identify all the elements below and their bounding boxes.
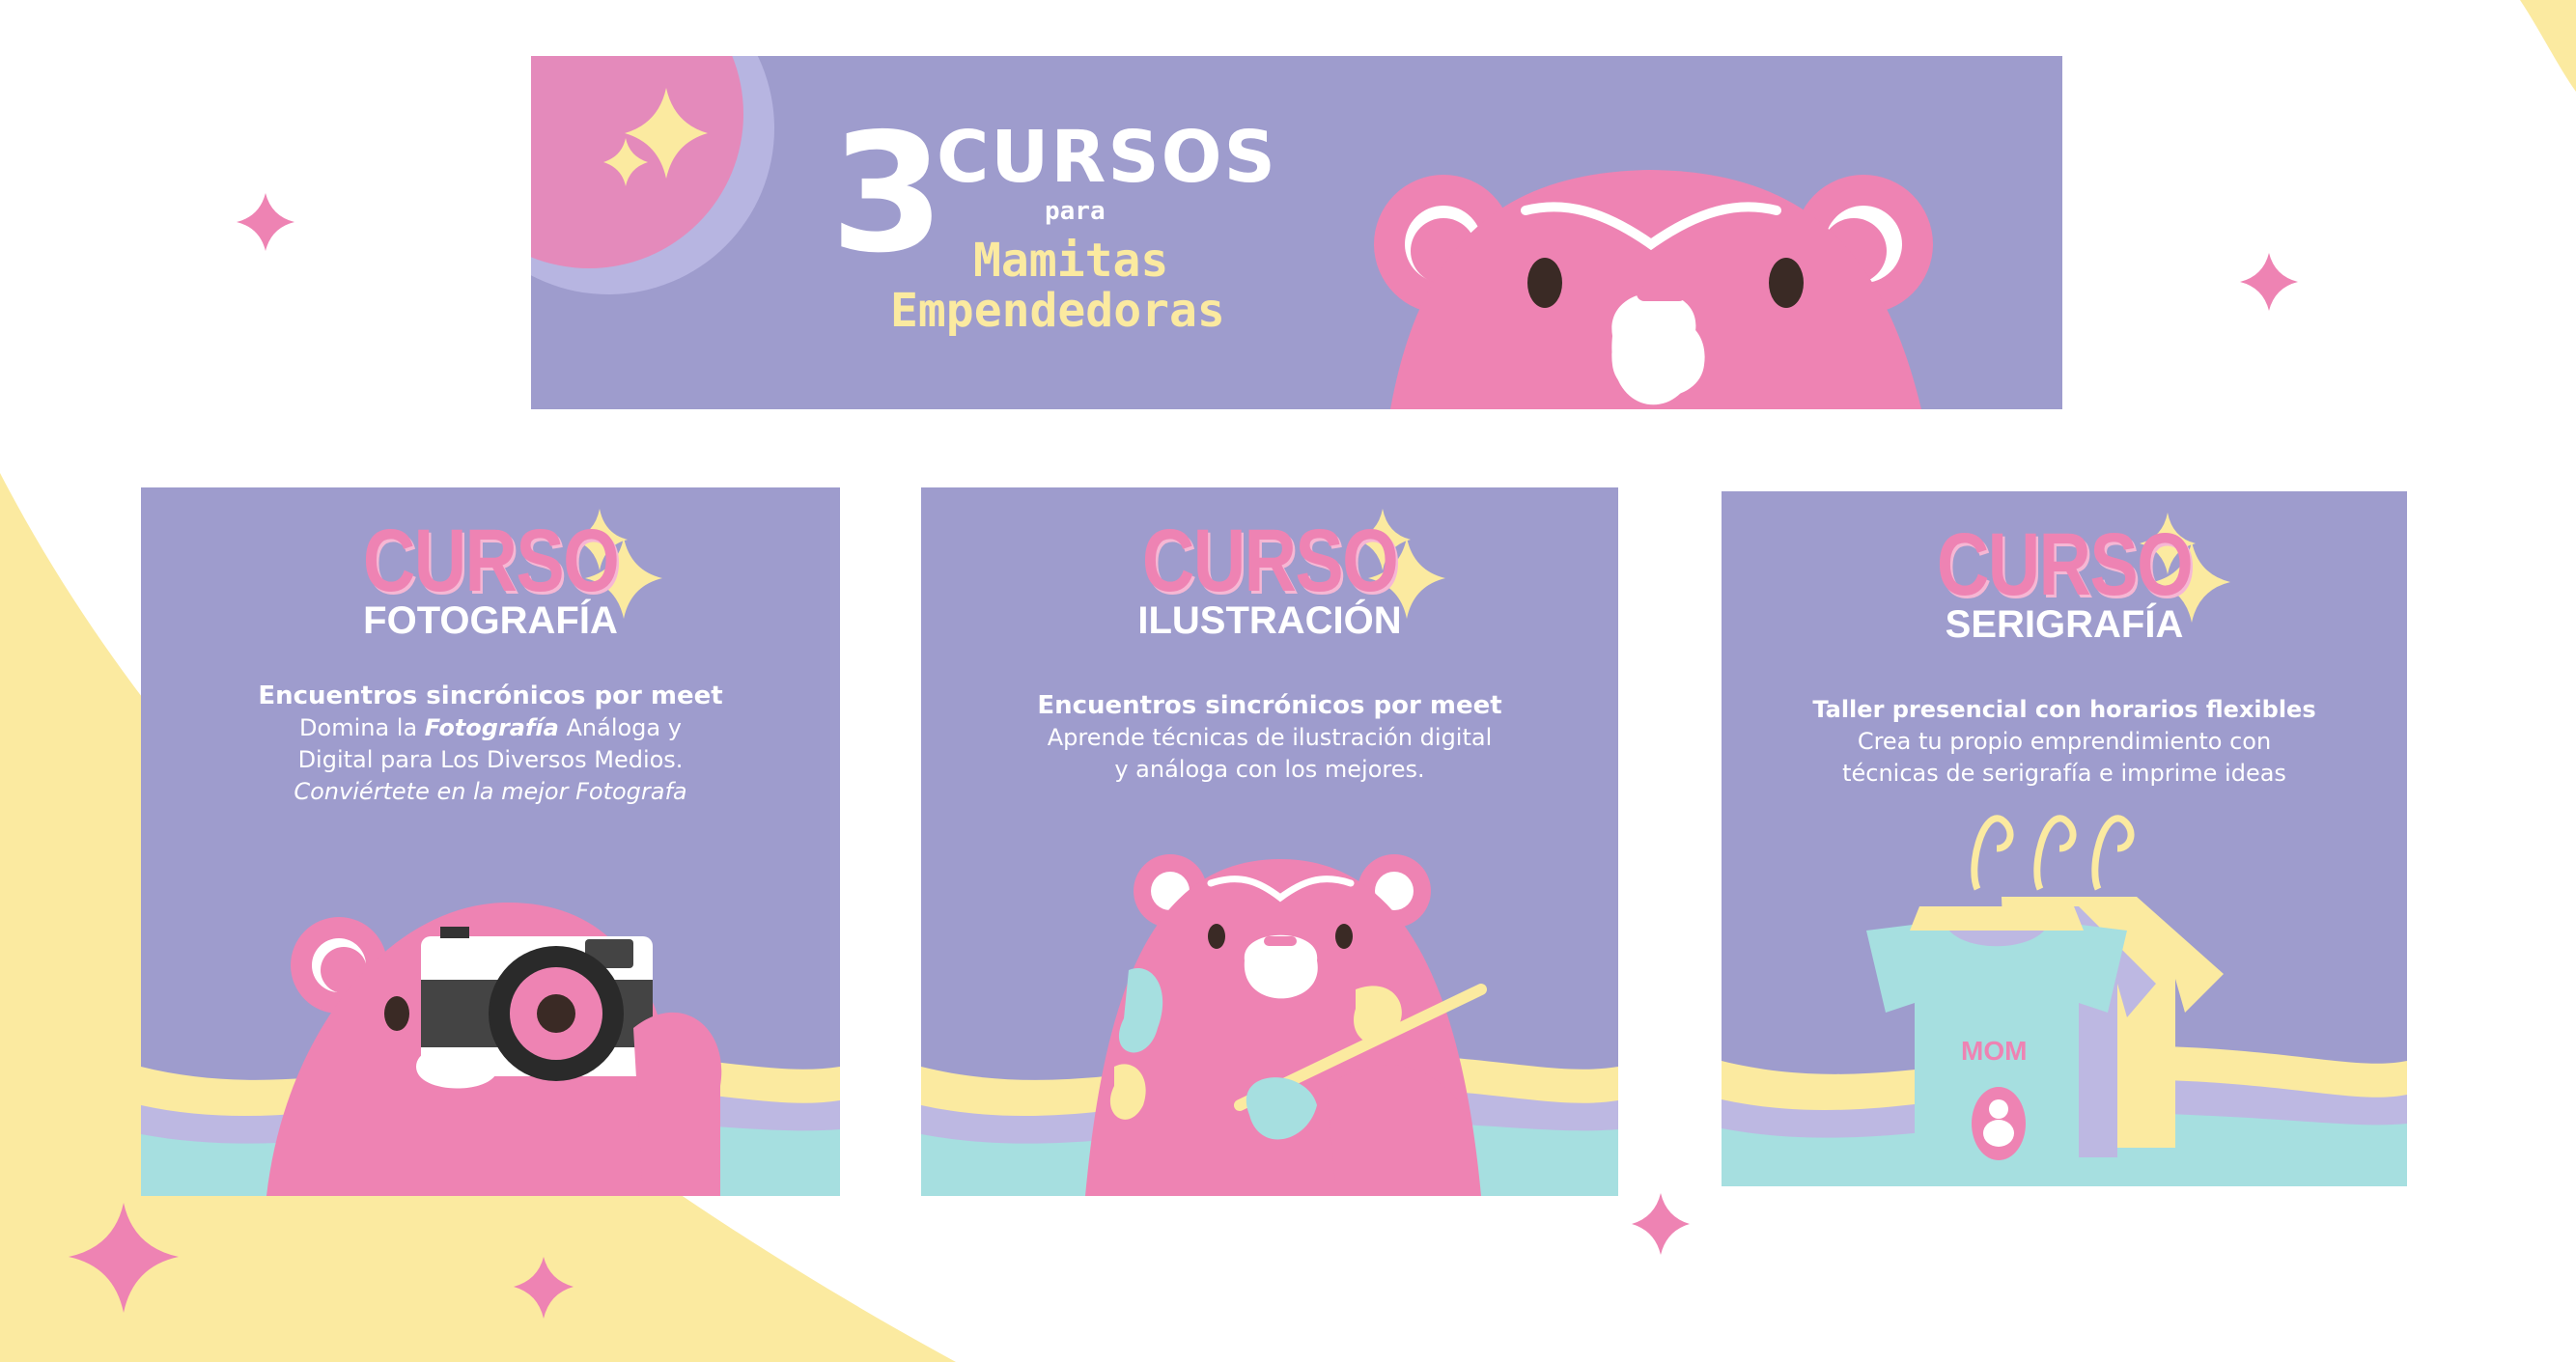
card-desc-line1: Domina la Fotografía Análoga y	[299, 714, 682, 741]
course-card-fotografia[interactable]: CURSO FOTOGRAFÍA Encuentros sincrónicos …	[141, 487, 840, 1196]
banner-connector: para	[1045, 197, 1106, 226]
card-desc-line1: Crea tu propio emprendimiento con	[1857, 728, 2272, 755]
card-description: Encuentros sincrónicos por meet Aprende …	[940, 690, 1599, 786]
card-kicker: CURSO	[362, 512, 620, 610]
card-kicker: CURSO	[1141, 512, 1399, 610]
card-heading: ILUSTRACIÓN	[1137, 599, 1402, 642]
banner-title: CURSOS	[937, 116, 1277, 199]
bear-illustration	[1374, 170, 1933, 409]
card-description: Encuentros sincrónicos por meet Domina l…	[160, 681, 821, 808]
paintbrush-bear-illustration	[1085, 854, 1487, 1196]
course-card-ilustracion[interactable]: CURSO ILUSTRACIÓN Encuentros sincrónicos…	[921, 487, 1618, 1196]
hero-banner: 3 CURSOS para Mamitas Empendedoras	[531, 56, 2062, 409]
banner-number: 3	[830, 98, 945, 290]
card-heading: FOTOGRAFÍA	[363, 599, 618, 642]
card-desc-line2: y análoga con los mejores.	[1114, 756, 1425, 783]
shirt-label: MOM	[1961, 1036, 2028, 1066]
card-description: Taller presencial con horarios flexibles…	[1741, 694, 2388, 790]
card-desc-line2: técnicas de serigrafía e imprime ideas	[1842, 760, 2286, 787]
card-kicker: CURSO	[1936, 515, 2194, 614]
sparkle-icon	[2240, 253, 2298, 311]
course-card-serigrafia[interactable]: MOM CURSO SERIGRAFÍA Taller presencial c…	[1722, 491, 2407, 1186]
moon-corner-shape	[2520, 0, 2576, 92]
sparkle-icon	[237, 193, 294, 251]
sparkle-icon	[1632, 1193, 1690, 1255]
card-heading: SERIGRAFÍA	[1945, 603, 2184, 646]
camera-bear-illustration	[266, 903, 722, 1196]
banner-subtitle-line1: Mamitas	[973, 234, 1169, 288]
card-desc-line3: Conviértete en la mejor Fotografa	[294, 778, 687, 805]
card-mode: Encuentros sincrónicos por meet	[1037, 691, 1502, 720]
card-mode: Taller presencial con horarios flexibles	[1812, 696, 2316, 723]
card-desc-line1: Aprende técnicas de ilustración digital	[1047, 724, 1493, 751]
shirts-illustration	[1866, 815, 2224, 1167]
banner-art	[531, 56, 1933, 409]
card-desc-line2: Digital para Los Diversos Medios.	[297, 746, 684, 773]
card-mode: Encuentros sincrónicos por meet	[258, 681, 723, 710]
banner-subtitle-line2: Empendedoras	[890, 284, 1225, 338]
